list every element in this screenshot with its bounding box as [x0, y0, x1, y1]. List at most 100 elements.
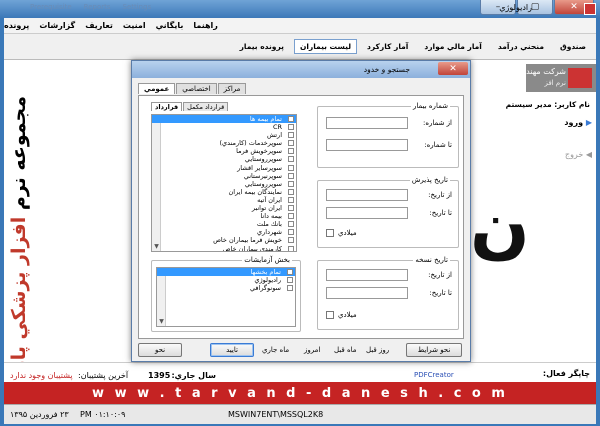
exit-button[interactable]: ◀ خروج	[552, 150, 592, 159]
reset-conditions-button[interactable]: نحو شرايط	[406, 343, 462, 357]
list-item-checkbox[interactable]	[288, 140, 294, 147]
list-item-checkbox[interactable]	[287, 285, 293, 292]
list-item[interactable]: سوپرخدمات (كارمندي)	[152, 139, 296, 147]
list-item-checkbox[interactable]: ✓	[287, 269, 293, 276]
website-bar: w w w . t a r v a n d - d a n e s h . c …	[4, 382, 596, 404]
admit-from-input[interactable]	[326, 189, 408, 201]
prescription-date-group: تاريخ نسخه از تاريخ: تا تاريخ: ميلادي	[317, 256, 459, 330]
list-item[interactable]: سوپرنيرستاني	[152, 172, 296, 180]
list-item-label: سوپرخدمات (كارمندي)	[219, 139, 282, 148]
list-item[interactable]: ايران آتيه	[152, 196, 296, 204]
menu-archive[interactable]: بايگاني	[156, 21, 184, 30]
list-item[interactable]: سوپرروستايي	[152, 155, 296, 163]
list-item[interactable]: راديولوژي	[157, 276, 295, 284]
list-item-checkbox[interactable]	[288, 148, 294, 155]
list-item-checkbox[interactable]	[288, 245, 294, 251]
list-item[interactable]: خويش فرما بيماران خاص	[152, 236, 296, 244]
prescription-from-input[interactable]	[326, 269, 408, 281]
menu-definitions[interactable]: تعاريف	[85, 21, 113, 30]
from-number-input[interactable]	[326, 117, 408, 129]
faded-menu: Prerequisite Reports Settings	[30, 3, 151, 11]
admit-to-input[interactable]	[326, 207, 408, 219]
tab-income-curve[interactable]: منحني درآمد	[492, 39, 550, 54]
window-title: راديولوژي	[499, 3, 532, 12]
list-item-checkbox[interactable]	[288, 229, 294, 236]
list-item-checkbox[interactable]	[288, 164, 294, 171]
menu-file[interactable]: پرونده	[4, 21, 29, 30]
tab-patient-list[interactable]: ليست بيماران	[293, 39, 358, 54]
dialog-titlebar: جستجو و خدود ✕	[132, 61, 470, 78]
to-number-input[interactable]	[326, 139, 408, 151]
list-item[interactable]: بانك ملت	[152, 220, 296, 228]
enter-button[interactable]: ▶ ورود	[552, 118, 592, 127]
list-item[interactable]: CR	[152, 123, 296, 131]
list-item-checkbox[interactable]	[287, 277, 293, 284]
list-item-label: نمايندگان بيمه ايران	[228, 187, 282, 196]
current-month-link[interactable]: ماه جاري	[262, 346, 289, 354]
list-item[interactable]: بيمه دانا	[152, 212, 296, 220]
tab-general[interactable]: عمومي	[138, 83, 176, 94]
list-item-checkbox[interactable]	[288, 124, 294, 131]
list-item[interactable]: ارتش	[152, 131, 296, 139]
prescription-from-label: از تاريخ:	[428, 271, 452, 279]
prescription-to-input[interactable]	[326, 287, 408, 299]
current-user: نام كاربر: مدير سيستم	[505, 100, 590, 109]
list-item-checkbox[interactable]	[288, 221, 294, 228]
contract-list[interactable]: ▲ ▼ ✓تمام بيمه هاCRارتشسوپرخدمات (كارمند…	[151, 114, 297, 252]
tab-specific[interactable]: اختصاصي	[176, 83, 217, 94]
list-item-checkbox[interactable]	[288, 213, 294, 220]
list-item[interactable]: كارمندي بيماران خاص	[152, 245, 296, 251]
list-item[interactable]: ✓ تمام بيمه ها	[152, 115, 296, 124]
list-item[interactable]: سوپرخويش فرما	[152, 147, 296, 155]
dialog-panel: شماره بيمار از شماره: تا شماره: تاريخ پذ…	[138, 95, 464, 339]
list-item-checkbox[interactable]	[288, 156, 294, 163]
admit-gregorian-checkbox[interactable]	[326, 229, 334, 237]
list-item[interactable]: سونوگرافي	[157, 284, 295, 292]
menu-security[interactable]: امنيت	[123, 21, 146, 30]
confirm-button[interactable]: تاييد	[210, 343, 254, 357]
faded-menu-item: Settings	[122, 3, 152, 11]
scroll-down-icon[interactable]: ▼	[157, 317, 166, 326]
list-item[interactable]: ايران توانبر	[152, 204, 296, 212]
list-item[interactable]: شهرداري	[152, 228, 296, 236]
list-item-checkbox[interactable]: ✓	[288, 116, 294, 123]
tab-financial-stats[interactable]: آمار مالي موارد	[418, 39, 488, 54]
list-item-label: سوپرساير اقشار	[237, 163, 282, 172]
tab-centers[interactable]: مراكز	[217, 83, 247, 94]
section-list[interactable]: ▲ ▼ ✓تمام بخشهاراديولوژيسونوگرافي	[156, 267, 296, 327]
list-item-label: بانك ملت	[256, 220, 282, 229]
menu-help[interactable]: راهنما	[193, 21, 218, 30]
search-dialog: جستجو و خدود ✕ عمومي اختصاصي مراكز شماره…	[131, 60, 471, 362]
dialog-close-button[interactable]: ✕	[438, 62, 468, 75]
list-item-checkbox[interactable]	[288, 237, 294, 244]
status-row: چاپگر فعال: PDFCreator سال جاري: 1395 آخ…	[4, 362, 596, 382]
list-item[interactable]: سوپرساير اقشار	[152, 164, 296, 172]
company-name: شركت مهندسي تر	[503, 67, 566, 76]
list-item-checkbox[interactable]	[288, 172, 294, 179]
prescription-gregorian-checkbox[interactable]	[326, 311, 334, 319]
list-item[interactable]: ✓ تمام بخشها	[157, 268, 295, 277]
list-item-checkbox[interactable]	[288, 188, 294, 195]
tab-patient-file[interactable]: پرونده بيمار	[234, 39, 290, 54]
cancel-button[interactable]: نحو	[138, 343, 182, 357]
tab-cashbox[interactable]: صندوق	[554, 39, 592, 54]
tab-supplement-contract[interactable]: قرارداد مكمل	[183, 102, 229, 111]
list-item-checkbox[interactable]	[288, 180, 294, 187]
prev-day-link[interactable]: روز قبل	[366, 346, 389, 354]
tab-contract[interactable]: قرارداد	[151, 102, 183, 111]
date-display: ۲۳ فروردين ۱۳۹۵	[10, 410, 69, 419]
pdf-creator: PDFCreator	[414, 371, 454, 379]
dialog-footer: نحو تاييد ماه جاري امروز ماه قبل روز قبل…	[138, 343, 464, 359]
last-backup-value: پشتيبان وجود ندارد	[10, 371, 73, 380]
prev-month-link[interactable]: ماه قبل	[334, 346, 357, 354]
list-item-checkbox[interactable]	[288, 132, 294, 139]
list-item-checkbox[interactable]	[288, 196, 294, 203]
window-controls: – ▢ ✕	[480, 0, 594, 15]
list-item-checkbox[interactable]	[288, 205, 294, 212]
list-item[interactable]: نمايندگان بيمه ايران	[152, 188, 296, 196]
last-backup-label: آخرين پشتيبان:	[78, 371, 129, 380]
menu-reports[interactable]: گزارشات	[39, 21, 75, 30]
today-link[interactable]: امروز	[304, 346, 320, 354]
list-item[interactable]: سوپرروستايي	[152, 180, 296, 188]
tab-work-stats[interactable]: آمار كاركرد	[361, 39, 414, 54]
